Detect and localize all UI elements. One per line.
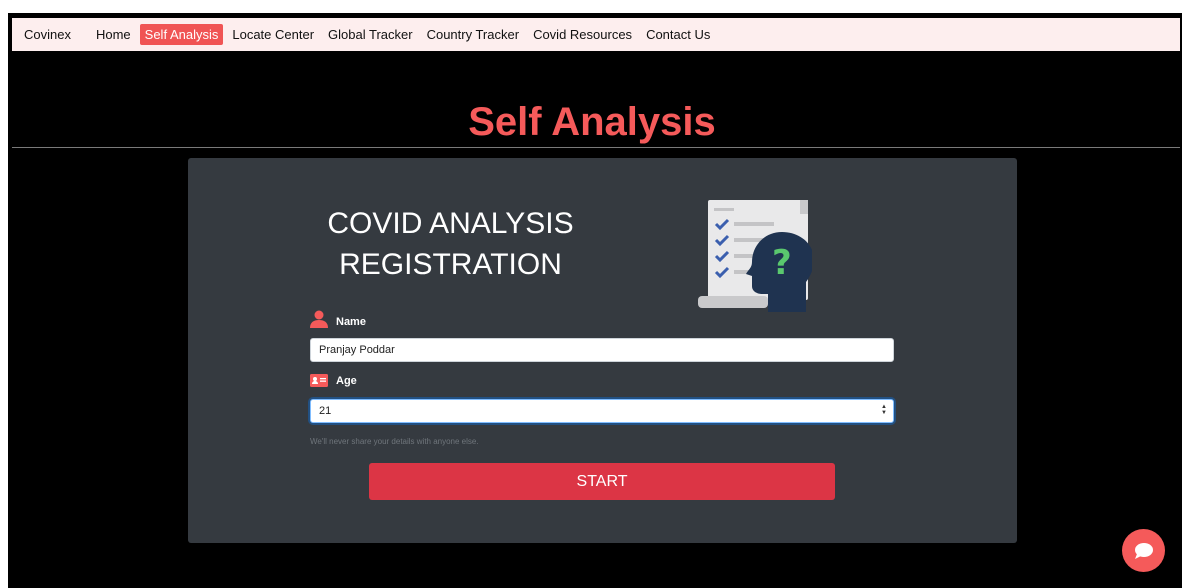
navbar: Covinex Home Self Analysis Locate Center…: [12, 18, 1180, 51]
svg-text:?: ?: [772, 243, 792, 283]
chat-button[interactable]: [1122, 529, 1165, 572]
nav-locate-center[interactable]: Locate Center: [227, 24, 319, 45]
form-heading-line1: COVID ANALYSIS: [327, 207, 574, 240]
age-label-text: Age: [336, 375, 357, 387]
name-label: Name: [310, 310, 366, 328]
nav-country-tracker[interactable]: Country Tracker: [422, 24, 524, 45]
title-divider: [12, 147, 1180, 148]
nav-home[interactable]: Home: [91, 24, 136, 45]
age-label: Age: [310, 374, 357, 387]
brand-logo[interactable]: Covinex: [24, 27, 71, 42]
id-card-icon: [310, 374, 328, 387]
privacy-helper-text: We'll never share your details with anyo…: [310, 437, 479, 446]
nav-self-analysis[interactable]: Self Analysis: [139, 24, 224, 45]
user-icon: [310, 310, 328, 328]
nav-contact-us[interactable]: Contact Us: [641, 24, 715, 45]
chat-bubble-icon: [1134, 542, 1153, 559]
checklist-head-question-icon: ?: [698, 200, 812, 312]
name-input[interactable]: [310, 338, 894, 362]
age-field-wrapper: ▲ ▼: [310, 399, 894, 423]
form-heading: COVID ANALYSIS REGISTRATION: [308, 203, 593, 285]
form-heading-line2: REGISTRATION: [339, 248, 562, 281]
age-stepper[interactable]: ▲ ▼: [880, 404, 888, 416]
page-title: Self Analysis: [468, 100, 716, 144]
name-label-text: Name: [336, 316, 366, 328]
stepper-down-icon[interactable]: ▼: [881, 410, 887, 416]
nav-covid-resources[interactable]: Covid Resources: [528, 24, 637, 45]
start-button[interactable]: START: [369, 463, 835, 500]
age-input[interactable]: [310, 399, 894, 423]
nav-global-tracker[interactable]: Global Tracker: [323, 24, 418, 45]
registration-card: COVID ANALYSIS REGISTRATION ? Name Pranj…: [188, 158, 1017, 543]
